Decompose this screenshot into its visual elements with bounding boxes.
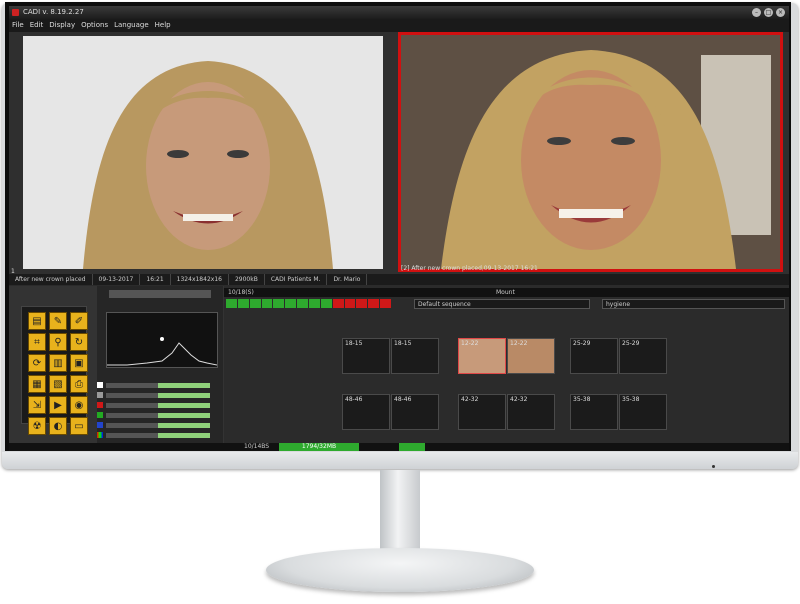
video-icon[interactable]: ▶: [49, 396, 67, 414]
monitor-icon[interactable]: ▭: [70, 417, 88, 435]
tool-palette: ▤ ✎ ✐ ⌗ ⚲ ↻ ⟳ ▥ ▣ ▦ ▧ ⎙ ⇲ ▶ ◉ ☢ ◐ ▭: [21, 306, 88, 435]
rotate-tool-icon[interactable]: ↻: [70, 333, 88, 351]
open-folder-icon[interactable]: ▤: [28, 312, 46, 330]
save-icon[interactable]: ▣: [70, 354, 88, 372]
info-resolution: 1324x1842x16: [171, 274, 229, 285]
brightness-slider[interactable]: [106, 382, 210, 388]
slot-35-38-b[interactable]: 35-38: [619, 394, 667, 430]
import-icon[interactable]: ⇲: [28, 396, 46, 414]
slot-42-32-b[interactable]: 42-32: [507, 394, 555, 430]
slot-25-29-a[interactable]: 25-29: [570, 338, 618, 374]
app-logo-icon: [12, 9, 19, 16]
red-swatch: [97, 402, 103, 408]
camera-icon[interactable]: ◉: [70, 396, 88, 414]
draw-tool-icon[interactable]: ✎: [49, 312, 67, 330]
contrast-swatch: [97, 392, 103, 398]
monitor-base: [266, 548, 534, 592]
window-title: CADI v. 8.19.2.27: [23, 8, 84, 16]
minimize-button[interactable]: –: [752, 8, 761, 17]
document-icon[interactable]: ▦: [28, 375, 46, 393]
stack-icon[interactable]: ▧: [49, 375, 67, 393]
contrast-slider[interactable]: [106, 392, 210, 398]
crop-tool-icon[interactable]: ⌗: [28, 333, 46, 351]
info-patient: CADI Patients M.: [265, 274, 328, 285]
green-slider[interactable]: [106, 412, 210, 418]
hue-swatch: [97, 432, 103, 438]
image-counter: 10/18(S): [228, 289, 254, 296]
hygiene-select[interactable]: hygiene: [602, 299, 785, 309]
slot-48-46-b[interactable]: 48-46: [391, 394, 439, 430]
mount-label: Mount: [496, 289, 515, 296]
histogram: [106, 312, 218, 368]
zoom-tool-icon[interactable]: ⚲: [49, 333, 67, 351]
contrast-icon[interactable]: ◐: [49, 417, 67, 435]
photo-caption-right: [2] After new crown placed,09-13-2017 16…: [401, 265, 538, 272]
lower-panel: ▤ ✎ ✐ ⌗ ⚲ ↻ ⟳ ▥ ▣ ▦ ▧ ⎙ ⇲ ▶ ◉ ☢ ◐ ▭ 10/1…: [9, 286, 789, 451]
workspace-header: 10/18(S) Mount: [224, 288, 789, 297]
info-filesize: 2900kB: [229, 274, 265, 285]
radiation-icon[interactable]: ☢: [28, 417, 46, 435]
close-button[interactable]: ×: [776, 8, 785, 17]
slot-48-46-a[interactable]: 48-46: [342, 394, 390, 430]
slot-18-15-b[interactable]: 18-15: [391, 338, 439, 374]
red-slider[interactable]: [106, 402, 210, 408]
brightness-swatch: [97, 382, 103, 388]
power-led: [712, 465, 715, 468]
print-icon[interactable]: ⎙: [70, 375, 88, 393]
status-memory: 1794/32MB: [279, 443, 359, 451]
slot-35-38-a[interactable]: 35-38: [570, 394, 618, 430]
menu-file[interactable]: File: [12, 19, 24, 32]
slot-42-32-a[interactable]: 42-32: [458, 394, 506, 430]
status-images: 10/14BS: [244, 443, 270, 450]
sequence-select[interactable]: Default sequence: [414, 299, 590, 309]
monitor-chin: [2, 452, 798, 469]
color-sliders: [97, 381, 223, 441]
status-indicator: [399, 443, 425, 451]
info-time: 16:21: [140, 274, 171, 285]
mount-workspace: 10/18(S) Mount Default sequence hygiene …: [224, 286, 789, 451]
menu-bar: File Edit Display Options Language Help: [9, 19, 789, 32]
menu-display[interactable]: Display: [49, 19, 75, 32]
adjust-panel: [97, 286, 223, 446]
title-bar: CADI v. 8.19.2.27 – □ ×: [9, 6, 789, 19]
hue-slider[interactable]: [106, 432, 210, 438]
menu-help[interactable]: Help: [155, 19, 171, 32]
before-photo[interactable]: [23, 36, 383, 269]
slot-25-29-b[interactable]: 25-29: [619, 338, 667, 374]
chart-tool-icon[interactable]: ▥: [49, 354, 67, 372]
info-title: After new crown placed: [9, 274, 93, 285]
brush-tool-icon[interactable]: ✐: [70, 312, 88, 330]
refresh-icon[interactable]: ⟳: [28, 354, 46, 372]
info-date: 09-13-2017: [93, 274, 141, 285]
green-swatch: [97, 412, 103, 418]
image-info-bar: After new crown placed 09-13-2017 16:21 …: [9, 274, 789, 285]
sequence-progress: [226, 299, 392, 308]
maximize-button[interactable]: □: [764, 8, 773, 17]
menu-language[interactable]: Language: [114, 19, 149, 32]
monitor-neck: [380, 470, 420, 552]
adjust-header-field[interactable]: [109, 290, 211, 298]
after-photo[interactable]: [398, 32, 783, 272]
blue-swatch: [97, 422, 103, 428]
menu-options[interactable]: Options: [81, 19, 108, 32]
blue-slider[interactable]: [106, 422, 210, 428]
slot-12-22-b[interactable]: 12-22: [507, 338, 555, 374]
app-screen: CADI v. 8.19.2.27 – □ × File Edit Displa…: [9, 6, 789, 451]
photo-compare-area: 1 [2] After new crown placed,09-13-2017 …: [9, 32, 789, 275]
slot-18-15-a[interactable]: 18-15: [342, 338, 390, 374]
menu-edit[interactable]: Edit: [30, 19, 44, 32]
info-doctor: Dr. Mario: [327, 274, 368, 285]
slot-12-22-a[interactable]: 12-22: [458, 338, 506, 374]
status-bar: 10/14BS 1794/32MB: [9, 443, 789, 451]
